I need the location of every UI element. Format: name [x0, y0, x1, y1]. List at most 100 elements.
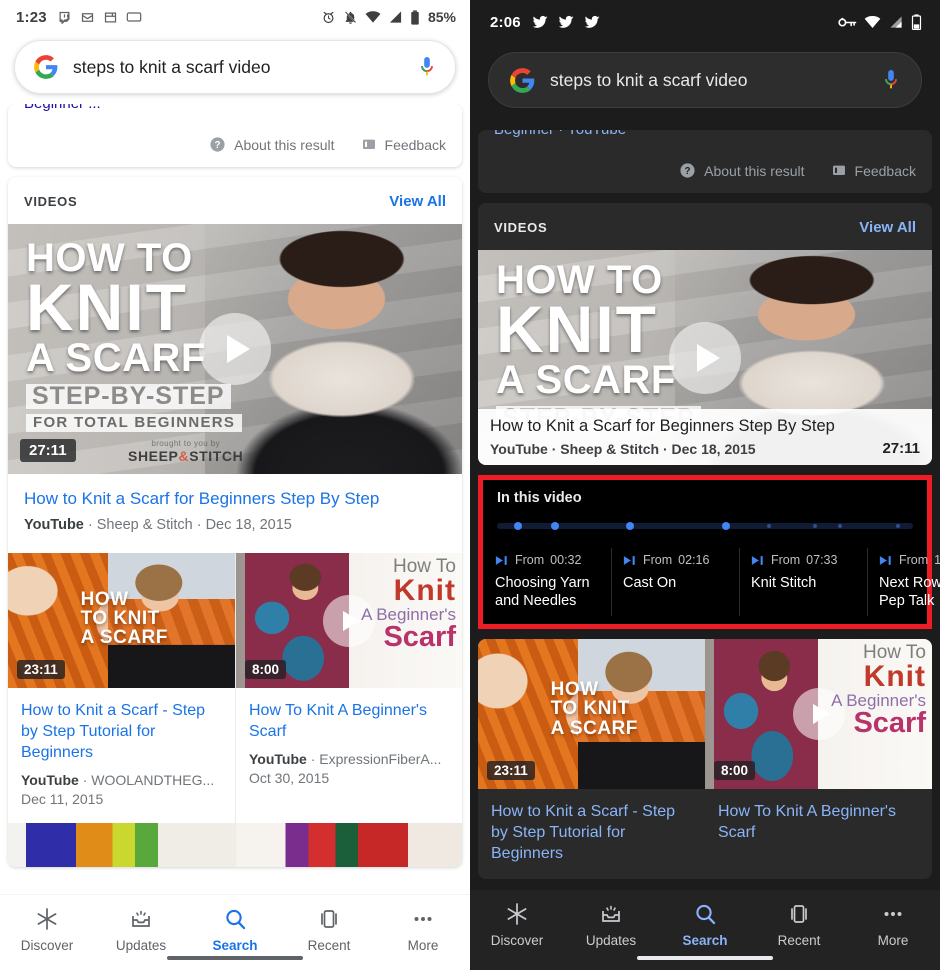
- nav-item-more-dark[interactable]: More: [846, 902, 940, 948]
- nav-item-search-dark[interactable]: Search: [658, 902, 752, 948]
- nav-item-search[interactable]: Search: [188, 907, 282, 953]
- video-card-2-dark[interactable]: How To Knit A Beginner's Scarf 8:00 How …: [705, 639, 932, 878]
- asterisk-icon: [35, 907, 59, 931]
- search-input-dark[interactable]: steps to knit a scarf video: [550, 70, 867, 91]
- hero-line-4: STEP-BY-STEP: [26, 384, 231, 410]
- chapter-marker-3[interactable]: [625, 522, 634, 530]
- view-all-link-dark[interactable]: View All: [859, 219, 916, 236]
- nav-item-discover-dark[interactable]: Discover: [470, 902, 564, 948]
- chapter-item-4[interactable]: From 13:46 Next Row ar Pep Talk: [867, 544, 940, 622]
- video-title-2-dark[interactable]: How To Knit A Beginner's Scarf: [718, 801, 919, 843]
- sep-5: ·: [547, 440, 561, 457]
- chapter-time-prefix-4: From: [899, 553, 929, 567]
- feedback-button[interactable]: Feedback: [831, 163, 916, 179]
- thumb1-line-3: A SCARF: [80, 627, 168, 649]
- feedback-button[interactable]: Feedback: [361, 137, 446, 153]
- video-meta-1[interactable]: How to Knit a Scarf - Step by Step Tutor…: [8, 688, 235, 823]
- hero-video-thumbnail[interactable]: HOW TO KNIT A SCARF STEP-BY-STEP FOR TOT…: [8, 224, 462, 474]
- battery-percentage: 85%: [427, 9, 456, 25]
- chapter-item-2[interactable]: From 02:16 Cast On: [611, 544, 739, 622]
- video-card-1-dark[interactable]: HOW TO KNIT A SCARF 23:11 How to Knit a …: [478, 639, 705, 878]
- home-indicator[interactable]: [167, 956, 303, 960]
- clipped-result-text-dark[interactable]: Beginner · YouTube: [478, 130, 932, 139]
- hero-video-meta[interactable]: How to Knit a Scarf for Beginners Step B…: [8, 474, 462, 553]
- video-thumbnail-2-dark[interactable]: How To Knit A Beginner's Scarf 8:00: [705, 639, 932, 790]
- chapter-list[interactable]: From 00:32 Choosing Yarn and Needles Fro…: [483, 544, 940, 622]
- nav-item-more[interactable]: More: [376, 907, 470, 953]
- previous-result-card-dark[interactable]: Beginner · YouTube ? About this result F…: [478, 130, 932, 193]
- play-button-icon[interactable]: [199, 313, 271, 385]
- search-bar-dark[interactable]: steps to knit a scarf video: [488, 52, 922, 108]
- phone-screen-dark: 2:06 steps to knit a scarf video ? About…: [470, 0, 940, 970]
- search-input[interactable]: steps to knit a scarf video: [73, 57, 403, 78]
- video-title-1-dark[interactable]: How to Knit a Scarf - Step by Step Tutor…: [491, 801, 692, 864]
- chapter-play-icon: [623, 555, 637, 566]
- results-scroll-light[interactable]: Beginner ... ? About this result Feedbac…: [0, 104, 470, 894]
- partial-thumbnail-4[interactable]: [235, 823, 462, 868]
- view-all-link[interactable]: View All: [389, 193, 446, 210]
- home-indicator-dark[interactable]: [637, 956, 773, 960]
- video-title-2[interactable]: How To Knit A Beginner's Scarf: [249, 700, 449, 742]
- nav-item-recent[interactable]: Recent: [282, 907, 376, 953]
- hero-video-thumbnail-dark[interactable]: HOW TO KNIT A SCARF STEP-BY-STEP How to …: [478, 250, 932, 465]
- chapter-label-1[interactable]: Choosing Yarn and Needles: [495, 574, 599, 610]
- chapter-label-4[interactable]: Next Row ar Pep Talk: [879, 574, 940, 610]
- sep-3: ·: [78, 772, 92, 789]
- signal-icon: [888, 15, 904, 29]
- search-bar[interactable]: steps to knit a scarf video: [14, 40, 456, 94]
- about-this-result-button[interactable]: ? About this result: [209, 136, 335, 153]
- nav-item-discover[interactable]: Discover: [0, 907, 94, 953]
- hero-video-meta-dark[interactable]: How to Knit a Scarf for Beginners Step B…: [478, 409, 932, 465]
- chapter-marker-1[interactable]: [513, 522, 522, 530]
- video-grid-dark: HOW TO KNIT A SCARF 23:11 How to Knit a …: [478, 639, 932, 878]
- play-button-icon-dark[interactable]: [669, 321, 741, 394]
- video-thumbnail-1[interactable]: HOW TO KNIT A SCARF 23:11: [8, 553, 235, 689]
- video-card-1[interactable]: HOW TO KNIT A SCARF 23:11 How to Knit a …: [8, 553, 235, 823]
- cards-icon: [787, 902, 811, 926]
- next-video-row-partial[interactable]: [8, 823, 462, 868]
- chapter-label-2[interactable]: Cast On: [623, 574, 727, 592]
- about-this-result-button[interactable]: ? About this result: [679, 162, 805, 179]
- chapter-item-3[interactable]: From 07:33 Knit Stitch: [739, 544, 867, 622]
- notifications-off-icon: [343, 10, 358, 25]
- previous-result-card[interactable]: Beginner ... ? About this result Feedbac…: [8, 104, 462, 167]
- partial-thumbnail-3[interactable]: [8, 823, 235, 868]
- chapter-time-3: 07:33: [806, 553, 838, 567]
- nav-item-updates-dark[interactable]: Updates: [564, 902, 658, 948]
- status-bar-dark: 2:06: [470, 0, 940, 44]
- chapter-item-1[interactable]: From 00:32 Choosing Yarn and Needles: [483, 544, 611, 622]
- status-right-icons: 85%: [321, 9, 456, 25]
- more-icon: [881, 902, 905, 926]
- hero-video-title[interactable]: How to Knit a Scarf for Beginners Step B…: [24, 488, 446, 510]
- video-card-2[interactable]: How To Knit A Beginner's Scarf 8:00 How …: [235, 553, 462, 824]
- sep-4: ·: [306, 751, 320, 768]
- video-meta-1-dark[interactable]: How to Knit a Scarf - Step by Step Tutor…: [478, 789, 705, 878]
- key-icon: [838, 15, 857, 30]
- microphone-icon[interactable]: [417, 55, 437, 79]
- twitter-icon: [531, 13, 549, 31]
- chapter-timestamp-3: From 07:33: [751, 553, 855, 567]
- inbox-icon: [129, 907, 153, 931]
- nav-item-recent-dark[interactable]: Recent: [752, 902, 846, 948]
- brand-amp: &: [178, 448, 190, 464]
- video-thumbnail-2[interactable]: How To Knit A Beginner's Scarf 8:00: [236, 553, 462, 689]
- microphone-icon[interactable]: [881, 68, 901, 92]
- clipped-result-text[interactable]: Beginner ...: [8, 104, 462, 113]
- chapter-timeline[interactable]: [497, 518, 913, 534]
- hero-date: Dec 18, 2015: [205, 517, 292, 534]
- chapter-marker-4[interactable]: [721, 522, 730, 530]
- video-meta-2[interactable]: How To Knit A Beginner's Scarf YouTube ·…: [236, 688, 462, 802]
- nav-item-updates[interactable]: Updates: [94, 907, 188, 953]
- bottom-nav-dark: Discover Updates Search Recent More: [470, 890, 940, 970]
- news-icon: [103, 10, 118, 25]
- hero-video-title-dark[interactable]: How to Knit a Scarf for Beginners Step B…: [490, 416, 920, 437]
- chapter-label-3[interactable]: Knit Stitch: [751, 574, 855, 592]
- thumb1-line-2: TO KNIT: [80, 607, 160, 629]
- nav-label-recent: Recent: [307, 938, 351, 953]
- timeline-bar: [497, 523, 913, 529]
- video-title-1[interactable]: How to Knit a Scarf - Step by Step Tutor…: [21, 700, 222, 763]
- video-thumbnail-1-dark[interactable]: HOW TO KNIT A SCARF 23:11: [478, 639, 705, 790]
- hero-channel: Sheep & Stitch: [96, 517, 193, 534]
- video-meta-2-dark[interactable]: How To Knit A Beginner's Scarf: [705, 789, 932, 857]
- results-scroll-dark[interactable]: Beginner · YouTube ? About this result F…: [470, 130, 940, 890]
